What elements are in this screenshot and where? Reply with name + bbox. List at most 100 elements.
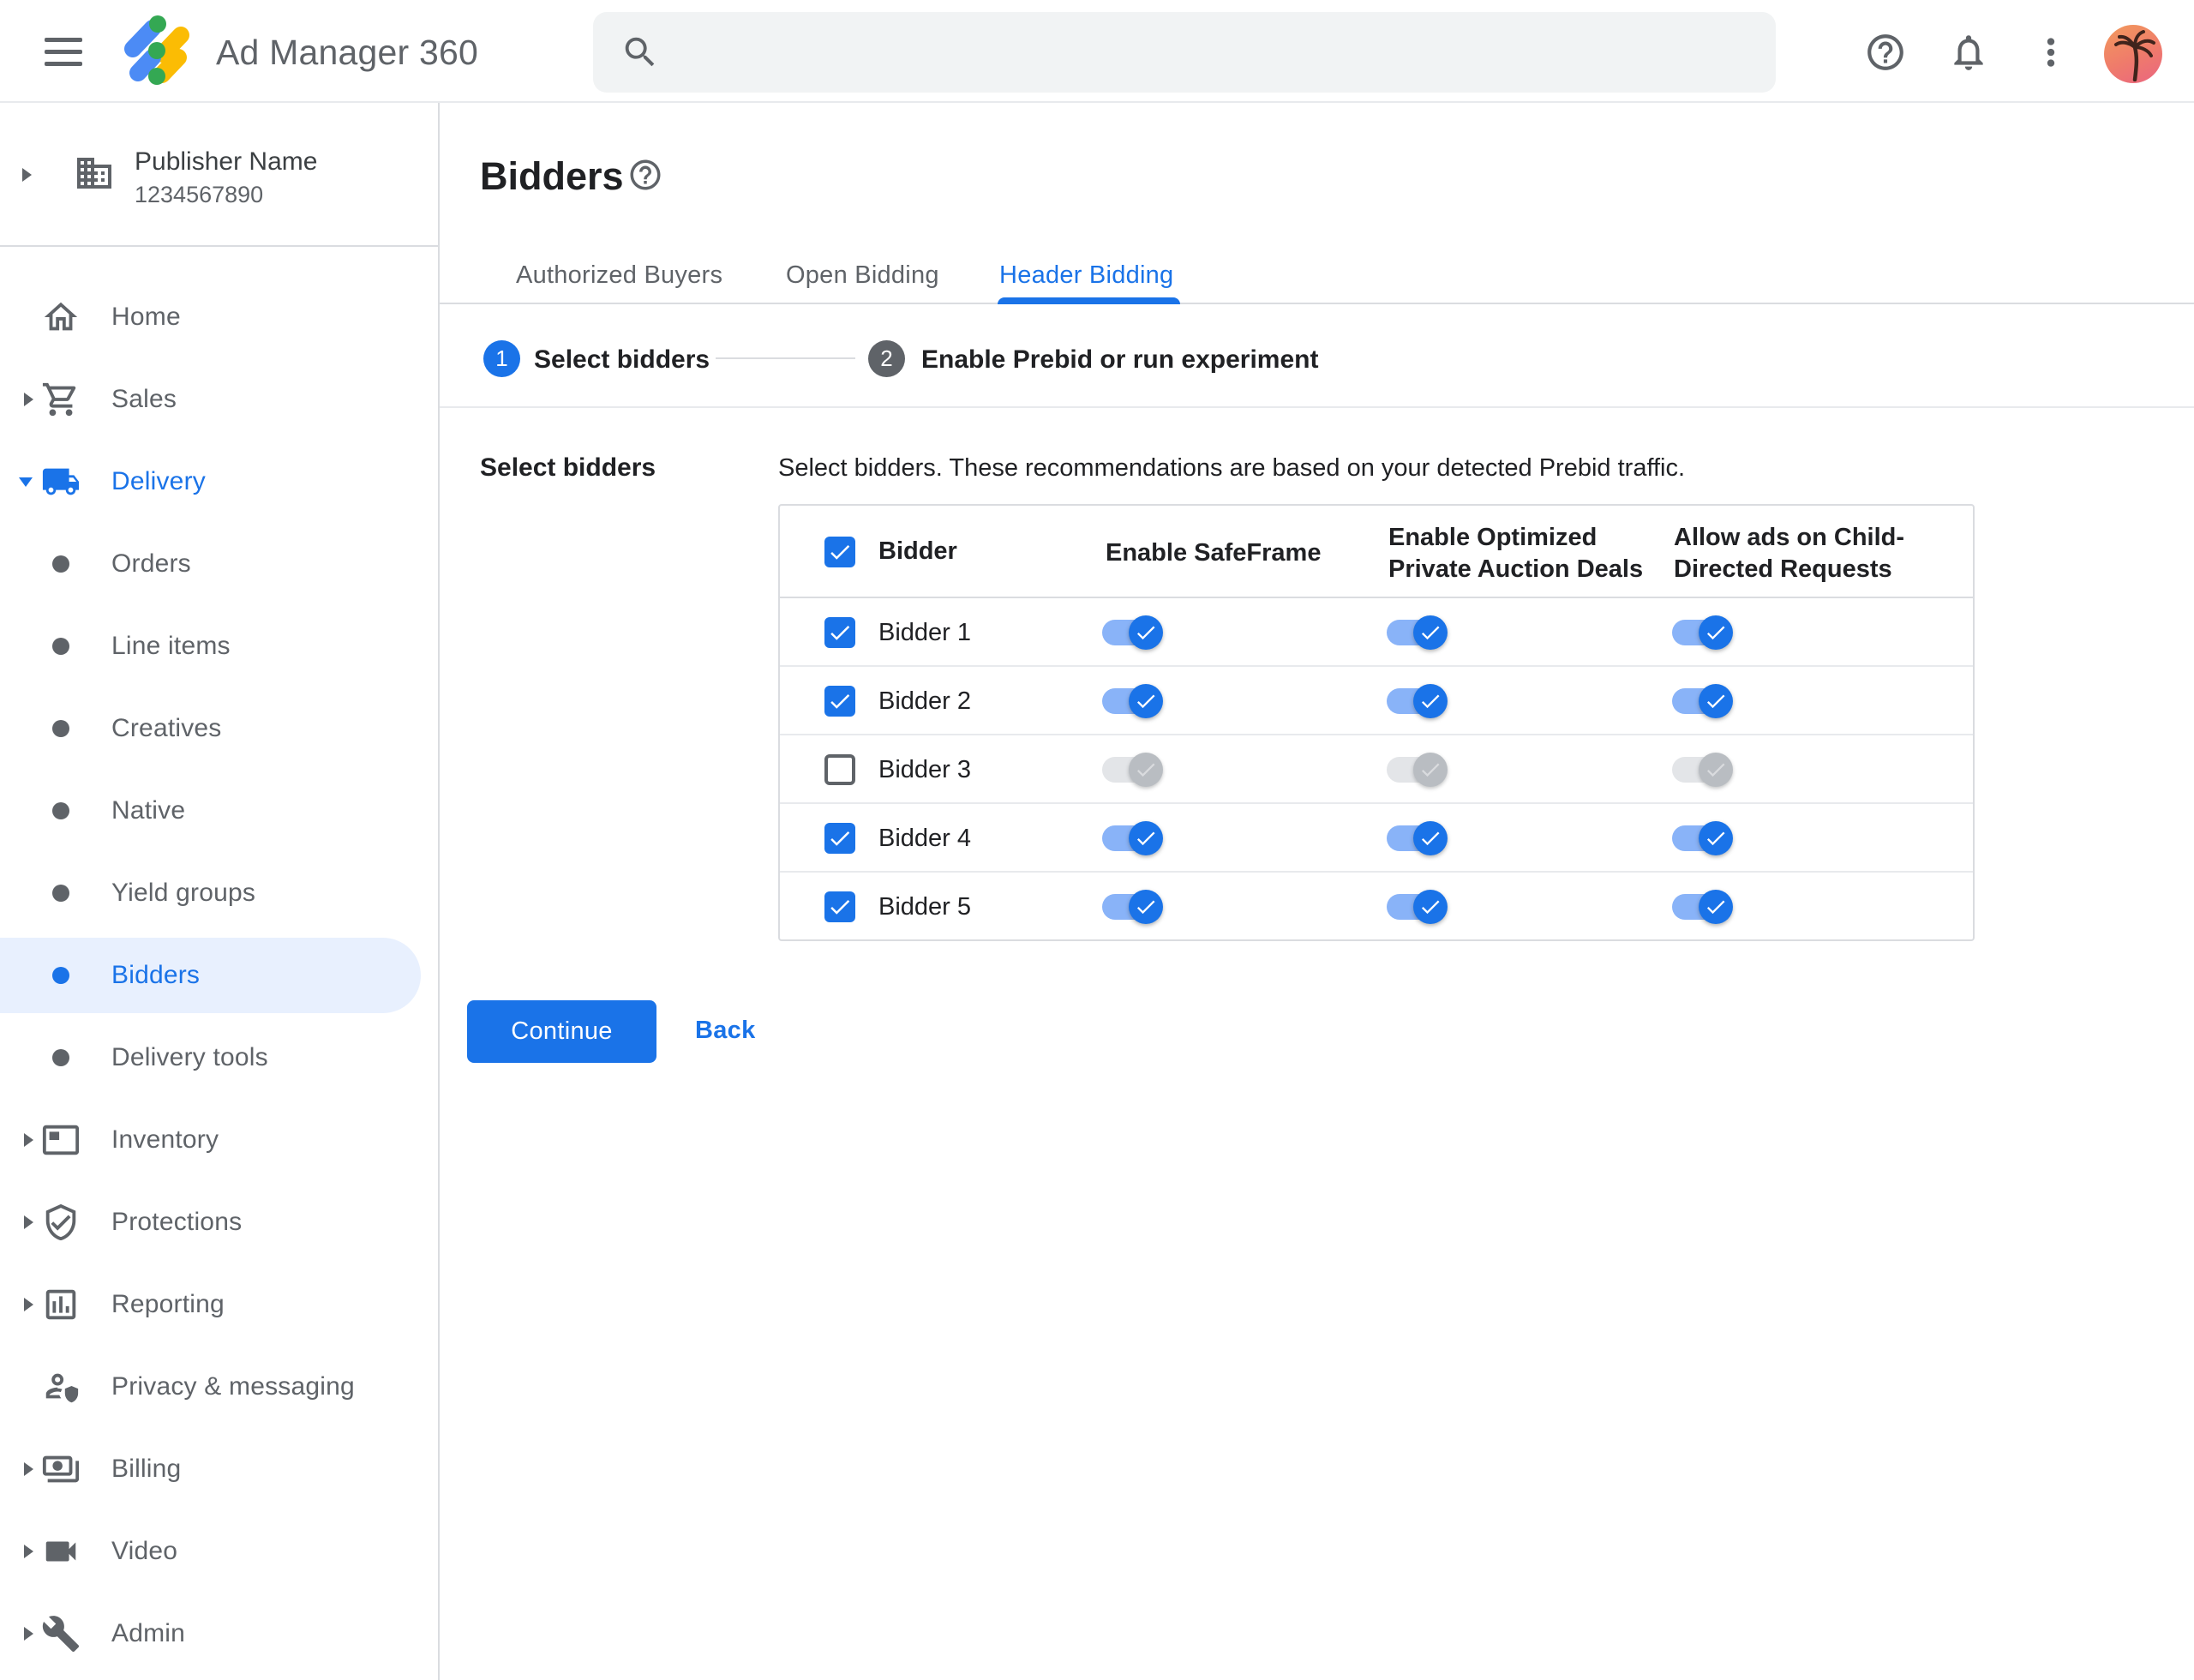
table-header-row: Bidder Enable SafeFrame Enable Optimized… (780, 506, 1973, 598)
step-2-label: Enable Prebid or run experiment (921, 345, 1319, 374)
chevron-right-icon (24, 393, 33, 406)
sidebar-item-label: Creatives (111, 714, 222, 742)
chevron-right-icon (24, 1215, 33, 1229)
safeframe-toggle[interactable] (1102, 890, 1164, 924)
optimized-deals-toggle[interactable] (1387, 753, 1448, 787)
column-header-optimized-deals: Enable Optimized Private Auction Deals (1388, 524, 1644, 583)
sidebar-item-creatives[interactable]: Creatives (0, 687, 440, 770)
row-checkbox[interactable] (824, 891, 855, 922)
sidebar-item-inventory[interactable]: Inventory (0, 1099, 440, 1181)
child-directed-toggle[interactable] (1672, 753, 1734, 787)
description-text: Select bidders. These recommendations ar… (778, 454, 1686, 482)
continue-button[interactable]: Continue (467, 1000, 656, 1063)
sidebar-item-reporting[interactable]: Reporting (0, 1263, 440, 1346)
avatar[interactable] (2104, 25, 2162, 83)
sidebar-item-label: Billing (111, 1455, 182, 1483)
billing-icon (42, 1455, 80, 1483)
row-checkbox[interactable] (824, 754, 855, 785)
sidebar-item-label: Inventory (111, 1125, 219, 1154)
chevron-right-icon (24, 1298, 33, 1311)
safeframe-toggle[interactable] (1102, 615, 1164, 650)
safeframe-toggle[interactable] (1102, 821, 1164, 855)
row-checkbox[interactable] (824, 617, 855, 648)
sidebar-item-bidders[interactable]: Bidders (0, 934, 440, 1017)
sidebar-item-privacy-messaging[interactable]: Privacy & messaging (0, 1346, 440, 1428)
optimized-deals-toggle[interactable] (1387, 821, 1448, 855)
bullet-icon (52, 555, 69, 573)
active-tab-underline (998, 297, 1180, 304)
sidebar-item-admin[interactable]: Admin (0, 1593, 440, 1675)
safeframe-toggle[interactable] (1102, 684, 1164, 718)
ad-manager-logo-icon (124, 15, 189, 85)
bullet-icon (52, 638, 69, 655)
privacy-icon (45, 1373, 79, 1403)
publisher-name: Publisher Name (135, 147, 318, 176)
sidebar-item-label: Orders (111, 549, 191, 578)
child-directed-toggle[interactable] (1672, 684, 1734, 718)
home-icon (44, 302, 78, 331)
sidebar-item-video[interactable]: Video (0, 1510, 440, 1593)
chevron-right-icon (22, 168, 32, 182)
publisher-selector[interactable]: Publisher Name 1234567890 (0, 103, 438, 247)
truck-icon (42, 468, 80, 495)
search-bar[interactable] (593, 12, 1776, 93)
table-row-bidder-2: Bidder 2 (780, 667, 1973, 735)
cart-icon (42, 382, 76, 417)
sidebar-item-billing[interactable]: Billing (0, 1428, 440, 1510)
page-title: Bidders (480, 154, 624, 198)
hamburger-menu-icon[interactable] (45, 38, 82, 67)
table-row-bidder-5: Bidder 5 (780, 873, 1973, 939)
sidebar-item-orders[interactable]: Orders (0, 523, 440, 605)
sidebar-item-delivery-tools[interactable]: Delivery tools (0, 1017, 440, 1099)
child-directed-toggle[interactable] (1672, 890, 1734, 924)
select-all-checkbox[interactable] (824, 537, 855, 567)
optimized-deals-toggle[interactable] (1387, 615, 1448, 650)
table-row-bidder-3: Bidder 3 (780, 735, 1973, 804)
back-link[interactable]: Back (695, 1017, 756, 1045)
sidebar-item-delivery[interactable]: Delivery (0, 441, 440, 523)
sidebar-item-line-items[interactable]: Line items (0, 605, 440, 687)
row-checkbox[interactable] (824, 686, 855, 717)
sidebar-item-label: Delivery (111, 467, 206, 495)
table-row-bidder-1: Bidder 1 (780, 598, 1973, 667)
notifications-icon[interactable] (1947, 31, 1990, 74)
chevron-right-icon (24, 1627, 33, 1641)
tab-open-bidding[interactable]: Open Bidding (786, 261, 939, 290)
sidebar-nav: Home Sales Delivery Orders Line items Creativ… (0, 276, 440, 1675)
child-directed-toggle[interactable] (1672, 821, 1734, 855)
stepper-divider (440, 406, 2194, 408)
tab-authorized-buyers[interactable]: Authorized Buyers (516, 261, 722, 290)
shield-icon (45, 1203, 76, 1241)
help-icon[interactable] (1864, 31, 1907, 74)
wrench-icon (42, 1616, 80, 1653)
step-connector (716, 357, 855, 359)
tab-header-bidding[interactable]: Header Bidding (999, 261, 1173, 290)
sidebar-item-home[interactable]: Home (0, 276, 440, 358)
sidebar-item-native[interactable]: Native (0, 770, 440, 852)
sidebar-item-label: Video (111, 1537, 178, 1565)
more-vert-icon[interactable] (2029, 31, 2072, 74)
video-icon (45, 1541, 76, 1562)
sidebar-item-label: Home (111, 303, 181, 331)
optimized-deals-toggle[interactable] (1387, 684, 1448, 718)
child-directed-toggle[interactable] (1672, 615, 1734, 650)
bidder-name: Bidder 5 (878, 893, 972, 921)
chevron-right-icon (24, 1462, 33, 1476)
bidders-table: Bidder Enable SafeFrame Enable Optimized… (778, 504, 1975, 941)
palm-tree-silhouette (2114, 30, 2155, 81)
sidebar-item-label: Line items (111, 632, 231, 660)
sidebar-item-label: Privacy & messaging (111, 1372, 355, 1401)
help-icon[interactable] (627, 157, 663, 193)
publisher-id: 1234567890 (135, 182, 264, 207)
safeframe-toggle[interactable] (1102, 753, 1164, 787)
row-checkbox[interactable] (824, 823, 855, 854)
sidebar-item-protections[interactable]: Protections (0, 1181, 440, 1263)
sidebar-item-label: Admin (111, 1619, 186, 1647)
optimized-deals-toggle[interactable] (1387, 890, 1448, 924)
bar-chart-icon (45, 1289, 76, 1320)
sidebar-item-yield-groups[interactable]: Yield groups (0, 852, 440, 934)
bullet-icon (52, 967, 69, 984)
search-input[interactable] (679, 12, 1759, 93)
product-name: Ad Manager 360 (216, 33, 478, 72)
sidebar-item-sales[interactable]: Sales (0, 358, 440, 441)
